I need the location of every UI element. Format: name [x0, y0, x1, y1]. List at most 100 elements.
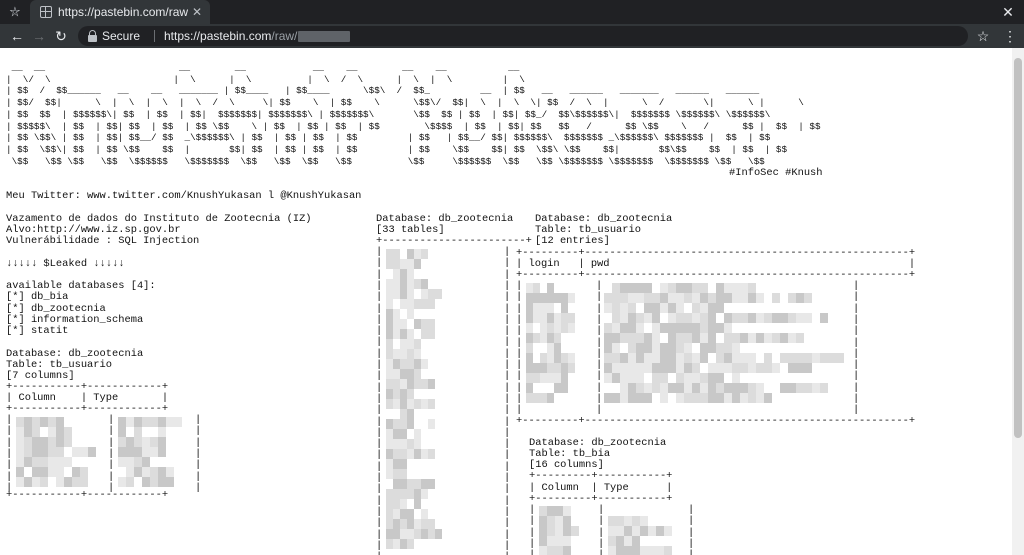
redaction-pixel: [386, 489, 393, 499]
redaction-pixel: [393, 429, 400, 439]
redaction-pixel: [571, 526, 579, 536]
redaction-pixel: [400, 379, 407, 389]
redaction-pixel: [563, 516, 571, 526]
redaction-pixel: [64, 427, 72, 437]
redaction-pixel: [118, 447, 126, 457]
redaction-pixel: [568, 323, 575, 333]
redaction-pixel: [407, 489, 414, 499]
redaction-pixel: [533, 303, 540, 313]
redaction-pixel: [48, 427, 56, 437]
close-icon[interactable]: ✕: [190, 4, 204, 20]
redaction-pixel: [48, 457, 56, 467]
redaction-pixel: [540, 323, 547, 333]
redaction-pixel: [700, 283, 708, 293]
scrollbar-thumb[interactable]: [1014, 58, 1022, 438]
redaction-pixel: [400, 349, 407, 359]
redaction-pixel: [547, 333, 554, 343]
table-border-bar: |: [195, 481, 202, 494]
redaction-pixel: [748, 363, 756, 373]
redaction-pixel: [56, 477, 64, 487]
redaction-pixel: [421, 529, 428, 539]
table-border-bar: |: [596, 291, 603, 304]
redaction-pixel: [393, 309, 400, 319]
redaction-pixel: [435, 289, 442, 299]
browser-tab[interactable]: https://pastebin.com/raw/ ✕: [30, 0, 210, 24]
menu-dots-icon[interactable]: ⋮: [1002, 27, 1018, 45]
address-bar[interactable]: Secure https://pastebin.com/raw/: [78, 26, 968, 46]
redaction-pixel: [56, 447, 64, 457]
redaction-pixel: [407, 269, 414, 279]
redaction-pixel: [724, 313, 732, 323]
redaction-pixel: [158, 417, 166, 427]
redaction-pixel: [407, 379, 414, 389]
security-label: Secure: [102, 29, 141, 43]
redaction-pixel: [563, 546, 571, 555]
redaction-pixel: [428, 319, 435, 329]
redaction-pixel: [632, 546, 640, 555]
redaction-pixel: [393, 509, 400, 519]
redaction-pixel: [386, 379, 393, 389]
redaction-pixel: [400, 389, 407, 399]
table-border-bar: |: [598, 515, 605, 528]
browser-toolbar: ← → ↻ Secure https://pastebin.com/raw/ ☆…: [0, 24, 1024, 48]
redaction-pixel: [386, 429, 393, 439]
redaction-pixel: [561, 323, 568, 333]
redaction-pixel: [526, 353, 533, 363]
redaction-pixel: [636, 353, 644, 363]
redaction-pixel: [684, 323, 692, 333]
redaction-pixel: [748, 353, 756, 363]
redaction-pixel: [561, 303, 568, 313]
redaction-pixel: [724, 363, 732, 373]
redaction-pixel: [407, 509, 414, 519]
star-icon[interactable]: ☆: [974, 27, 992, 45]
redaction-pixel: [676, 363, 684, 373]
back-arrow-icon[interactable]: ←: [8, 27, 26, 45]
redaction-pixel: [568, 363, 575, 373]
vertical-scrollbar[interactable]: [1012, 48, 1024, 555]
redaction-pixel: [166, 477, 174, 487]
redaction-pixel: [414, 299, 421, 309]
redaction-pixel: [400, 289, 407, 299]
redaction-pixel: [716, 323, 724, 333]
redaction-pixel: [414, 279, 421, 289]
reload-icon[interactable]: ↻: [52, 27, 70, 45]
redaction-pixel: [16, 447, 24, 457]
redaction-pixel: [414, 499, 421, 509]
redaction-pixel: [386, 449, 393, 459]
redaction-pixel: [539, 526, 547, 536]
redaction-pixel: [540, 353, 547, 363]
redaction-pixel: [393, 289, 400, 299]
table-border-bar: |: [596, 370, 603, 383]
redaction-pixel: [414, 339, 421, 349]
redaction-pixel: [386, 359, 393, 369]
window-close-icon[interactable]: ✕: [1000, 3, 1016, 21]
table-border-bar: |: [376, 257, 383, 270]
table-border-bar: |: [504, 517, 511, 530]
redaction-pixel: [64, 477, 72, 487]
redaction-pixel: [386, 329, 393, 339]
redaction-pixel: [708, 383, 716, 393]
redaction-pixel: [150, 437, 158, 447]
forward-arrow-icon[interactable]: →: [30, 27, 48, 45]
redaction-pixel: [16, 417, 24, 427]
redaction-pixel: [568, 293, 575, 303]
redaction-pixel: [407, 479, 414, 489]
redaction-pixel: [788, 383, 796, 393]
redaction-pixel: [24, 447, 32, 457]
redaction-pixel: [72, 477, 80, 487]
redaction-pixel: [400, 439, 407, 449]
redaction-pixel: [668, 363, 676, 373]
redaction-pixel: [16, 427, 24, 437]
redaction-pixel: [166, 417, 174, 427]
redaction-pixel: [568, 353, 575, 363]
redaction-pixel: [756, 333, 764, 343]
redaction-pixel: [421, 479, 428, 489]
redaction-pixel: [400, 269, 407, 279]
redaction-pixel: [421, 399, 428, 409]
redaction-pixel: [644, 393, 652, 403]
redaction-pixel: [539, 536, 547, 546]
redaction-pixel: [555, 546, 563, 555]
redaction-pixel: [539, 516, 547, 526]
paste-raw-page: __ __ __ __ __ __ __ __ __ | \/ \ | \ | …: [0, 48, 1012, 555]
redaction-pixel: [756, 383, 764, 393]
